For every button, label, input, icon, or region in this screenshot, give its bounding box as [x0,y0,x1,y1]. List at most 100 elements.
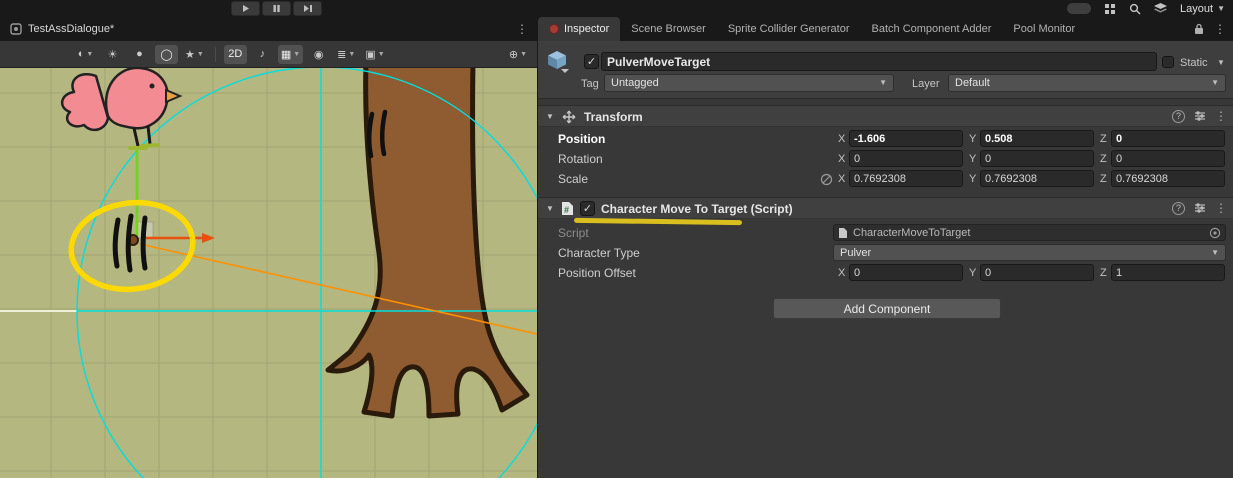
rotation-z-field[interactable] [1111,150,1225,167]
gizmos-dropdown-button[interactable]: ⊕▼ [506,45,530,64]
axis-y-label[interactable]: Y [969,173,976,185]
star-icon: ★ [185,48,195,61]
tag-dropdown[interactable]: Untagged ▼ [604,74,894,92]
audio-toggle-button[interactable]: ● [128,45,151,64]
chevron-down-icon: ▼ [348,51,355,58]
layout-dropdown[interactable]: Layout ▼ [1180,3,1225,15]
script-component-title: Character Move To Target (Script) [601,202,793,216]
axis-x-label[interactable]: X [838,133,845,145]
scale-x-field[interactable] [849,170,963,187]
gameobject-name-field[interactable] [601,52,1157,71]
component-menu-icon[interactable]: ⋮ [1215,109,1227,123]
inspector-tab-icon [549,24,559,34]
grid-visibility-button[interactable]: ▦▼ [278,45,303,64]
axis-x-label[interactable]: X [838,173,845,185]
add-component-label: Add Component [844,302,931,316]
axis-z-label[interactable]: Z [1100,153,1107,165]
foldout-arrow-icon[interactable]: ▼ [546,204,554,213]
offset-y-field[interactable] [980,264,1094,281]
constrain-proportions-icon[interactable] [820,173,833,186]
camera-dropdown-button[interactable]: ▣▼ [362,45,387,64]
layers-dropdown-button[interactable]: ≣▼ [334,45,358,64]
chevron-down-icon: ▼ [1211,249,1219,257]
tag-label: Tag [581,78,599,90]
character-type-dropdown[interactable]: Pulver ▼ [833,244,1226,261]
foldout-arrow-icon[interactable]: ▼ [546,112,554,121]
offset-x-field[interactable] [849,264,963,281]
draw-mode-button[interactable]: ◐▼ [74,45,97,64]
grid-icon: ▦ [281,48,291,61]
gameobject-cube-icon[interactable] [546,49,570,73]
static-dropdown-icon[interactable]: ▼ [1217,59,1225,67]
tab-inspector[interactable]: Inspector [538,17,620,41]
unity-editor-window: Layout ▼ TestAssDialogue* ⋮ ◐▼ ☀ ● ◯ ★▼ [0,0,1233,478]
axis-z-label[interactable]: Z [1100,267,1107,279]
position-z-field[interactable] [1111,130,1225,147]
presets-icon[interactable] [1194,202,1206,214]
tab-sprite-collider-generator[interactable]: Sprite Collider Generator [717,17,861,41]
tab-pool-monitor[interactable]: Pool Monitor [1002,17,1086,41]
services-grid-icon[interactable] [1104,3,1116,15]
axis-x-label[interactable]: X [838,267,845,279]
lighting-toggle-button[interactable]: ☀ [101,45,124,64]
rotation-label: Rotation [558,152,603,166]
stack-icon: ≣ [337,48,346,61]
help-icon[interactable]: ? [1172,110,1185,123]
tab-batch-component-adder[interactable]: Batch Component Adder [861,17,1003,41]
effects-toggle-button[interactable]: ◯ [155,45,178,64]
effects-dropdown-button[interactable]: ★▼ [182,45,207,64]
position-x-field[interactable] [849,130,963,147]
script-file-icon [838,227,848,239]
transform-icon [562,110,576,124]
axis-x-label[interactable]: X [838,153,845,165]
inspector-menu-icon[interactable]: ⋮ [1214,22,1226,36]
script-component-header[interactable]: ▼ # ✓ Character Move To Target (Script) … [538,197,1233,219]
script-row: Script CharacterMoveToTarget [538,223,1233,243]
static-checkbox[interactable] [1162,56,1174,68]
presets-icon[interactable] [1194,110,1206,122]
mode-2d-toggle[interactable]: 2D [224,45,247,64]
lock-icon[interactable] [1194,23,1204,35]
offset-z-field[interactable] [1111,264,1225,281]
layer-dropdown[interactable]: Default ▼ [948,74,1226,92]
add-component-button[interactable]: Add Component [773,298,1001,319]
scale-z-field[interactable] [1111,170,1225,187]
object-picker-icon[interactable] [1209,227,1221,239]
scene-viewport[interactable] [0,68,537,478]
tab-scene-browser[interactable]: Scene Browser [620,17,717,41]
search-icon[interactable] [1129,3,1141,15]
play-button[interactable] [231,1,260,16]
sphere-icon: ● [136,48,143,60]
help-icon[interactable]: ? [1172,202,1185,215]
scale-y-field[interactable] [980,170,1094,187]
shaded-mode-icon: ◐ [78,48,85,60]
toolbar-separator [215,47,216,62]
scene-visibility-button[interactable]: ◉ [307,45,330,64]
scene-tab[interactable]: TestAssDialogue* [0,17,124,41]
axis-y-label[interactable]: Y [969,133,976,145]
script-object-field[interactable]: CharacterMoveToTarget [833,224,1226,241]
transform-component-header[interactable]: ▼ Transform ? ⋮ [538,105,1233,127]
axis-y-label[interactable]: Y [969,267,976,279]
component-menu-icon[interactable]: ⋮ [1215,201,1227,215]
axis-y-label[interactable]: Y [969,153,976,165]
step-button[interactable] [293,1,322,16]
position-y-field[interactable] [980,130,1094,147]
script-object-value: CharacterMoveToTarget [853,227,970,239]
bird-body [106,68,168,128]
tab-label: Sprite Collider Generator [728,23,850,35]
scene-tab-menu-icon[interactable]: ⋮ [516,22,528,36]
layers-icon[interactable] [1154,3,1167,14]
active-checkbox[interactable]: ✓ [584,54,599,69]
cloud-icon[interactable] [1067,3,1091,14]
rotation-y-field[interactable] [980,150,1094,167]
tab-label: Inspector [564,23,609,35]
layout-label: Layout [1180,3,1213,15]
position-row: Position X Y Z [538,129,1233,149]
pause-button[interactable] [262,1,291,16]
mute-audio-button[interactable]: ♪ [251,45,274,64]
component-enabled-checkbox[interactable]: ✓ [580,201,595,216]
rotation-x-field[interactable] [849,150,963,167]
axis-z-label[interactable]: Z [1100,173,1107,185]
axis-z-label[interactable]: Z [1100,133,1107,145]
